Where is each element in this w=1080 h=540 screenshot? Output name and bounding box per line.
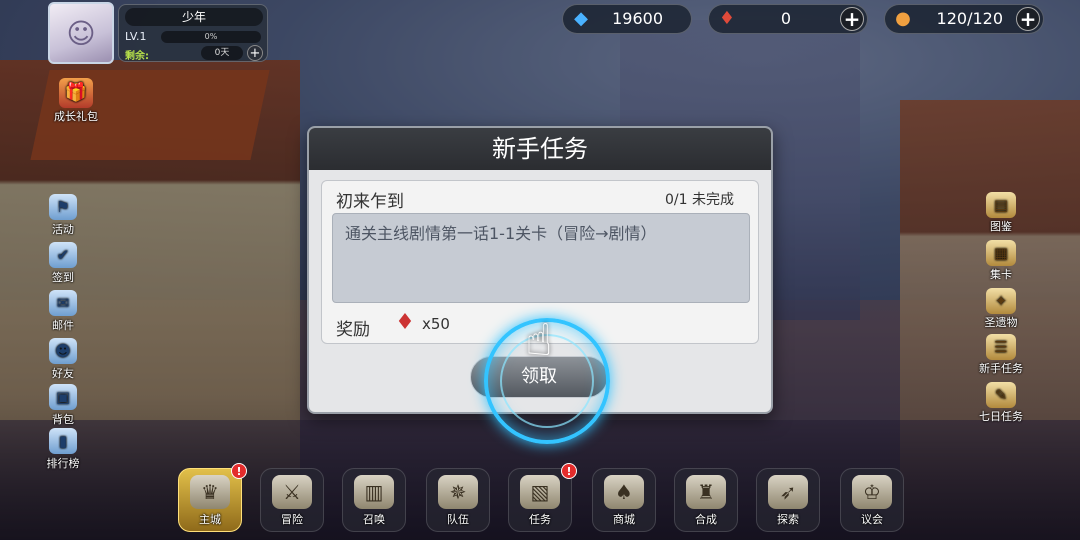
- mail-icon: ✉: [49, 290, 77, 316]
- exp-bar: 0%: [161, 31, 261, 43]
- cards-icon: ▦: [986, 240, 1016, 266]
- add-days-button[interactable]: +: [247, 45, 263, 61]
- menu-relic[interactable]: ✦ 圣遗物: [966, 288, 1036, 332]
- stamina-resource: ● 120/120 +: [884, 4, 1044, 34]
- nav-label: 主城: [199, 513, 221, 526]
- remain-days: 0天: [201, 46, 243, 60]
- growth-gift-pack[interactable]: 🎁 成长礼包: [46, 78, 106, 128]
- stamina-icon: ●: [895, 8, 911, 29]
- menu-label: 排行榜: [46, 457, 80, 470]
- stamina-value: 120/120: [936, 9, 1003, 28]
- explore-bow-icon: ➶: [768, 475, 808, 509]
- menu-card-collection[interactable]: ▦ 集卡: [966, 240, 1036, 284]
- menu-beginner-quest[interactable]: ☰ 新手任务: [966, 334, 1036, 378]
- notification-badge: !: [561, 463, 577, 479]
- crown-icon: ♛: [190, 475, 230, 509]
- remain-label: 剩余:: [125, 47, 149, 62]
- player-profile[interactable]: ☺ 少年 LV.1 0% 剩余: 0天 +: [48, 2, 268, 64]
- nav-adventure[interactable]: ⚔ 冒险: [260, 468, 324, 532]
- gift-label: 成长礼包: [54, 110, 98, 123]
- remain-label-text: 剩余:: [125, 51, 149, 62]
- player-name: 少年: [125, 8, 263, 26]
- nav-council[interactable]: ♔ 议会: [840, 468, 904, 532]
- scroll-icon: ☰: [986, 334, 1016, 360]
- menu-backpack[interactable]: ▣ 背包: [40, 384, 86, 428]
- add-stamina-button[interactable]: +: [1016, 7, 1040, 31]
- relic-icon: ✦: [986, 288, 1016, 314]
- swords-icon: ⚔: [272, 475, 312, 509]
- nav-label: 商城: [613, 513, 635, 526]
- nav-team[interactable]: ✵ 队伍: [426, 468, 490, 532]
- nav-label: 合成: [695, 513, 717, 526]
- nav-shop[interactable]: ♠ 商城: [592, 468, 656, 532]
- quest-description: 通关主线剧情第一话1-1关卡（冒险→剧情）: [332, 213, 750, 303]
- dialog-title: 新手任务: [309, 128, 771, 170]
- notification-badge: !: [231, 463, 247, 479]
- council-icon: ♔: [852, 475, 892, 509]
- menu-mail[interactable]: ✉ 邮件: [40, 290, 86, 334]
- menu-label: 七日任务: [979, 410, 1023, 423]
- crystal-value: 19600: [612, 9, 663, 28]
- pointing-hand-icon: ☝: [525, 315, 553, 366]
- nav-summon[interactable]: ▥ 召唤: [342, 468, 406, 532]
- menu-checkin[interactable]: ✔ 签到: [40, 242, 86, 286]
- quest-name: 初来乍到: [336, 192, 404, 212]
- friends-icon: ☻: [49, 338, 77, 364]
- menu-ranking[interactable]: ▮ 排行榜: [40, 428, 86, 472]
- book-icon: ▤: [986, 192, 1016, 218]
- gem-value: 0: [780, 9, 791, 28]
- menu-friends[interactable]: ☻ 好友: [40, 338, 86, 382]
- gem-resource: ♦ 0 +: [708, 4, 868, 34]
- nav-synthesis[interactable]: ♜ 合成: [674, 468, 738, 532]
- gift-icon: 🎁: [59, 78, 93, 108]
- character-portrait-icon: ☺: [66, 16, 96, 50]
- menu-seven-day-quest[interactable]: ✎ 七日任务: [966, 382, 1036, 426]
- backpack-icon: ▣: [49, 384, 77, 410]
- nav-label: 冒险: [281, 513, 303, 526]
- profile-info: 少年 LV.1 0% 剩余: 0天 +: [118, 4, 268, 62]
- nav-label: 召唤: [363, 513, 385, 526]
- nav-main-city[interactable]: ♛ 主城 !: [178, 463, 247, 532]
- menu-activity[interactable]: ⚑ 活动: [40, 194, 86, 238]
- avatar[interactable]: ☺: [48, 2, 114, 64]
- shop-mushroom-icon: ♠: [604, 475, 644, 509]
- nav-label: 探索: [777, 513, 799, 526]
- menu-label: 圣遗物: [984, 316, 1018, 329]
- player-level: LV.1: [125, 30, 147, 43]
- quest-scroll-icon: ▧: [520, 475, 560, 509]
- gem-icon: ♦: [395, 310, 415, 335]
- ranking-icon: ▮: [49, 428, 77, 454]
- menu-label: 签到: [52, 271, 74, 284]
- activity-icon: ⚑: [49, 194, 77, 220]
- crystal-resource: ◆ 19600: [562, 4, 692, 34]
- menu-label: 图鉴: [990, 220, 1012, 233]
- reward-quantity: x50: [422, 315, 450, 333]
- add-gem-button[interactable]: +: [840, 7, 864, 31]
- nav-label: 队伍: [447, 513, 469, 526]
- nav-label: 任务: [529, 513, 551, 526]
- crystal-icon: ◆: [574, 8, 588, 29]
- menu-label: 新手任务: [979, 362, 1023, 375]
- team-crest-icon: ✵: [438, 475, 478, 509]
- nav-quest[interactable]: ▧ 任务 !: [508, 463, 577, 532]
- reward-label: 奖励: [336, 320, 370, 340]
- summon-card-icon: ▥: [354, 475, 394, 509]
- menu-label: 邮件: [52, 319, 74, 332]
- forge-icon: ♜: [686, 475, 726, 509]
- nav-explore[interactable]: ➶ 探索: [756, 468, 820, 532]
- menu-label: 活动: [52, 223, 74, 236]
- gem-icon: ♦: [718, 8, 736, 29]
- quill-icon: ✎: [986, 382, 1016, 408]
- quest-progress: 0/1 未完成: [665, 192, 734, 208]
- menu-label: 好友: [52, 367, 74, 380]
- nav-label: 议会: [861, 513, 883, 526]
- menu-label: 集卡: [990, 268, 1012, 281]
- menu-codex[interactable]: ▤ 图鉴: [966, 192, 1036, 236]
- checkin-icon: ✔: [49, 242, 77, 268]
- menu-label: 背包: [52, 413, 74, 426]
